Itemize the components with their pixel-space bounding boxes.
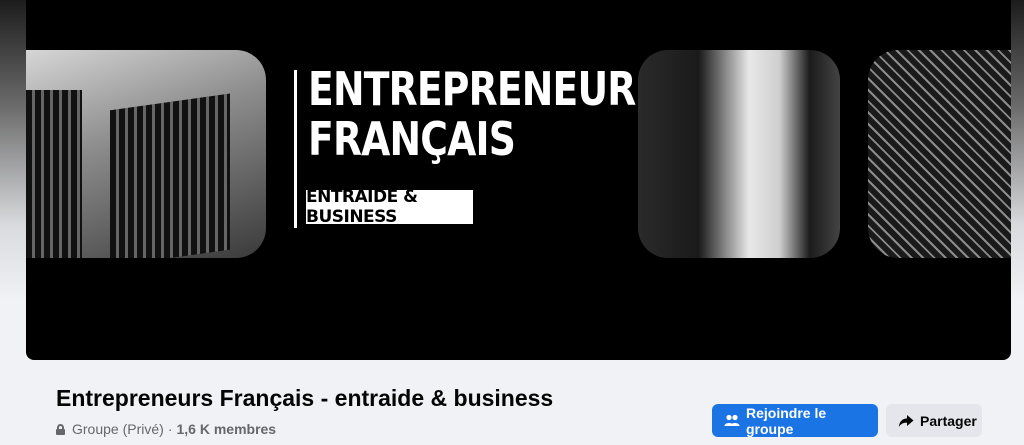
cover-title-line1: ENTREPRENEURS (308, 62, 663, 116)
member-count[interactable]: 1,6 K membres (176, 421, 276, 437)
cover-image-business-people (638, 50, 840, 258)
cover-image-skyscrapers (26, 50, 266, 258)
group-privacy[interactable]: Groupe (Privé) (72, 421, 164, 437)
cover-photo[interactable]: ENTREPRENEURS FRANÇAIS ENTRAIDE & BUSINE… (26, 0, 1011, 360)
building-right (110, 93, 230, 258)
cover-tagline: ENTRAIDE & BUSINESS (306, 187, 473, 227)
group-meta: Groupe (Privé) · 1,6 K membres (56, 421, 276, 437)
share-arrow-icon (898, 414, 914, 428)
join-group-label: Rejoindre le groupe (746, 404, 827, 437)
cover-title-line2: FRANÇAIS (308, 112, 516, 166)
cover-title: ENTREPRENEURS FRANÇAIS (308, 62, 663, 166)
people-icon (724, 414, 740, 428)
cover-image-glass-building (868, 50, 1011, 258)
group-name: Entrepreneurs Français - entraide & busi… (56, 385, 554, 411)
cover-title-divider (294, 70, 297, 228)
join-group-button[interactable]: Rejoindre le groupe (712, 404, 878, 437)
building-left (26, 90, 82, 258)
share-label: Partager (920, 412, 977, 429)
lock-icon (56, 423, 65, 435)
share-button[interactable]: Partager (886, 404, 982, 437)
meta-separator: · (167, 421, 173, 437)
